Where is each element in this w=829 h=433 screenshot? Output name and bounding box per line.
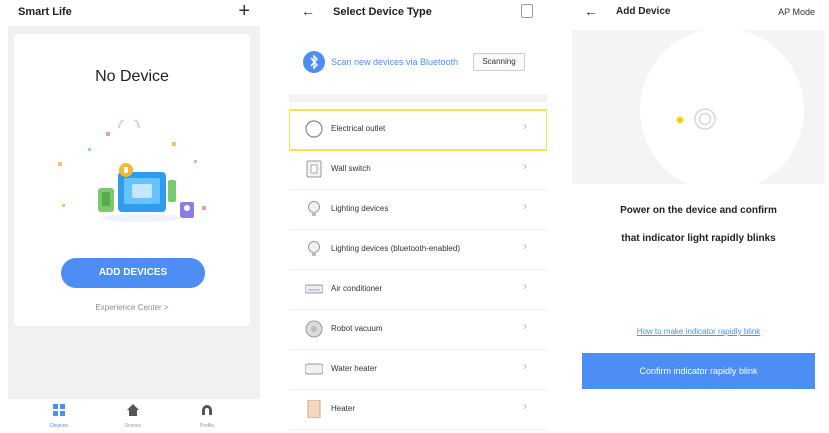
device-item-label: Electrical outlet bbox=[331, 124, 386, 133]
grid-icon bbox=[53, 404, 65, 416]
back-arrow-icon[interactable]: ← bbox=[301, 3, 315, 19]
help-link[interactable]: How to make indicator rapidly blink bbox=[572, 327, 825, 336]
device-item-lighting-bluetooth[interactable]: Lighting devices (bluetooth-enabled) › bbox=[289, 230, 547, 270]
nav-profile[interactable]: Profile bbox=[182, 403, 232, 429]
chevron-right-icon: › bbox=[523, 201, 527, 213]
chevron-right-icon: › bbox=[523, 121, 527, 133]
plus-icon[interactable]: + bbox=[238, 0, 250, 22]
device-item-robot-vacuum[interactable]: Robot vacuum › bbox=[289, 310, 547, 350]
bulb-icon bbox=[308, 241, 320, 256]
bottom-navigation: Devices Scenes Profile bbox=[8, 399, 260, 433]
page-title: Add Device bbox=[616, 6, 671, 17]
chevron-right-icon: › bbox=[523, 241, 527, 253]
profile-icon bbox=[202, 405, 212, 415]
device-item-label: Lighting devices bbox=[331, 204, 389, 213]
device-item-label: Water heater bbox=[331, 364, 377, 373]
device-item-water-heater[interactable]: Water heater › bbox=[289, 350, 547, 390]
scanning-button[interactable]: Scanning bbox=[473, 53, 525, 71]
bulb-icon bbox=[308, 201, 320, 216]
bluetooth-scan-text: Scan new devices via Bluetooth bbox=[331, 57, 459, 67]
experience-center-link[interactable]: Experience Center > bbox=[14, 303, 250, 312]
instruction-line-1: Power on the device and confirm bbox=[620, 205, 777, 216]
select-device-type-screen: ← Select Device Type Scan new devices vi… bbox=[289, 0, 547, 433]
water-heater-icon bbox=[305, 363, 323, 375]
switch-icon bbox=[306, 160, 322, 178]
add-devices-button[interactable]: ADD DEVICES bbox=[61, 258, 205, 288]
home-icon bbox=[127, 404, 139, 416]
chevron-right-icon: › bbox=[523, 161, 527, 173]
outlet-icon bbox=[305, 120, 323, 138]
nav-scenes[interactable]: Scenes bbox=[108, 403, 158, 429]
chevron-right-icon: › bbox=[523, 361, 527, 373]
device-item-wall-switch[interactable]: Wall switch › bbox=[289, 150, 547, 190]
confirm-button[interactable]: Confirm indicator rapidly blink bbox=[582, 353, 815, 389]
chevron-right-icon: › bbox=[523, 401, 527, 413]
app-bar: ← Add Device AP Mode bbox=[572, 0, 825, 26]
device-item-label: Wall switch bbox=[331, 164, 371, 173]
devices-illustration bbox=[58, 120, 206, 222]
empty-state-card: No Device ADD DEVICES Experience Center … bbox=[14, 34, 250, 326]
chevron-right-icon: › bbox=[523, 281, 527, 293]
bluetooth-scan-row[interactable]: Scan new devices via Bluetooth Scanning bbox=[289, 48, 547, 78]
vacuum-icon bbox=[305, 320, 323, 338]
add-device-screen: ← Add Device AP Mode Power on the device… bbox=[572, 0, 825, 433]
heater-icon bbox=[307, 400, 321, 418]
ac-icon bbox=[305, 284, 323, 294]
device-indicator-illustration bbox=[572, 30, 825, 184]
nav-profile-label: Profile bbox=[199, 423, 215, 429]
page-title: Select Device Type bbox=[333, 6, 432, 18]
section-divider bbox=[289, 94, 547, 102]
device-type-list: Electrical outlet › Wall switch › Lighti… bbox=[289, 109, 547, 430]
device-item-label: Heater bbox=[331, 404, 356, 413]
nav-scenes-label: Scenes bbox=[124, 423, 142, 429]
device-item-label: Lighting devices (bluetooth-enabled) bbox=[331, 244, 460, 253]
bluetooth-icon bbox=[303, 51, 325, 73]
instruction-line-2: that indicator light rapidly blinks bbox=[621, 233, 776, 244]
ap-mode-link[interactable]: AP Mode bbox=[778, 7, 815, 17]
device-item-label: Robot vacuum bbox=[331, 324, 383, 333]
device-item-heater[interactable]: Heater › bbox=[289, 390, 547, 430]
nav-devices-label: Devices bbox=[50, 423, 68, 429]
nav-devices[interactable]: Devices bbox=[34, 403, 84, 429]
scan-code-icon[interactable] bbox=[521, 4, 533, 18]
empty-title: No Device bbox=[95, 68, 169, 85]
smart-life-home-screen: Smart Life + No Device ADD DEVICES Exper… bbox=[8, 0, 260, 433]
device-item-air-conditioner[interactable]: Air conditioner › bbox=[289, 270, 547, 310]
app-title: Smart Life bbox=[18, 6, 72, 18]
device-item-label: Air conditioner bbox=[331, 284, 383, 293]
back-arrow-icon[interactable]: ← bbox=[584, 3, 598, 19]
app-bar: Smart Life + bbox=[8, 0, 260, 26]
app-bar: ← Select Device Type bbox=[289, 0, 547, 26]
chevron-right-icon: › bbox=[523, 321, 527, 333]
device-item-lighting[interactable]: Lighting devices › bbox=[289, 190, 547, 230]
device-item-electrical-outlet[interactable]: Electrical outlet › bbox=[289, 109, 547, 151]
